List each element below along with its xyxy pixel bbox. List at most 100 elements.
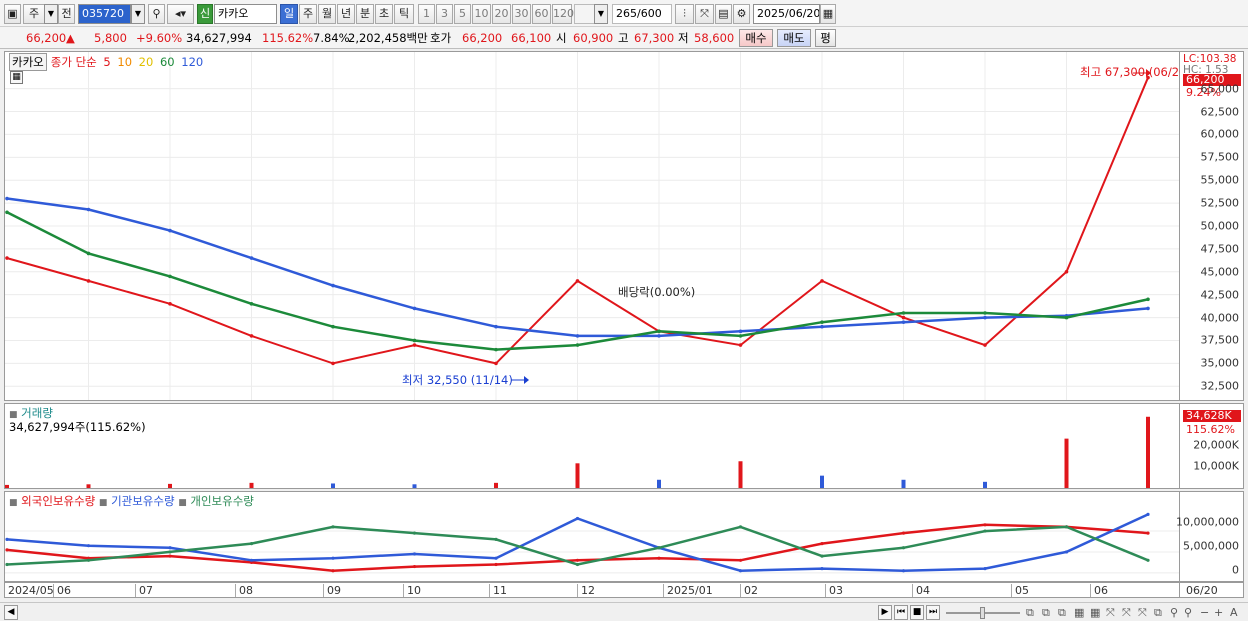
custom-tick-dropdown-icon[interactable]: ▼ — [594, 4, 608, 24]
holding-point — [412, 564, 417, 569]
volume-bar — [820, 475, 824, 488]
price-tick: 45,000 — [1200, 265, 1240, 279]
line-tool-icon[interactable]: ⤧ — [1106, 606, 1115, 620]
scroll-right-icon[interactable]: ▶ — [878, 605, 892, 620]
holding-point — [820, 567, 824, 571]
open-label: 시 — [556, 31, 567, 45]
holding-point — [575, 562, 580, 567]
search-icon[interactable]: ⚲ — [1170, 606, 1178, 619]
holding-point — [1064, 525, 1069, 529]
period-type-dropdown-icon[interactable]: ▼ — [44, 4, 58, 24]
zoom-in-icon[interactable]: + — [1214, 606, 1223, 619]
low-label: 저 — [678, 31, 689, 45]
holding-legend-icon: ■ — [9, 498, 18, 508]
zoom-out-icon[interactable]: − — [1200, 606, 1209, 619]
search-icon[interactable]: ⚲ — [1184, 606, 1192, 619]
interval-year[interactable]: 년 — [337, 4, 355, 24]
interval-month[interactable]: 월 — [318, 4, 336, 24]
price-point — [1064, 315, 1069, 320]
date-tick: 03 — [825, 584, 843, 597]
volume-bar — [249, 482, 254, 488]
holding-pane[interactable]: ■ 외국인보유수량 ■ 기관보유수량 ■ 개인보유수량 — [4, 491, 1180, 582]
tick-5[interactable]: 5 — [454, 4, 471, 24]
calendar-icon[interactable]: ▦ — [820, 4, 836, 24]
count-field[interactable]: 265/600 — [612, 4, 672, 24]
scroll-fast-back-icon[interactable]: ⏮ — [894, 605, 908, 620]
price-tick: 37,500 — [1200, 333, 1240, 347]
stop-icon[interactable]: ■ — [910, 605, 924, 620]
interval-minute[interactable]: 분 — [356, 4, 374, 24]
layout-icon[interactable]: ⧉ — [1042, 606, 1050, 620]
holding-tick: 5,000,000 — [1183, 539, 1239, 553]
price-point — [168, 228, 172, 233]
buy-button[interactable]: 매수 — [739, 29, 773, 47]
volume-bar — [983, 481, 987, 488]
period-type-select[interactable]: 주 — [23, 4, 45, 24]
scroll-fast-forward-icon[interactable]: ⏭ — [926, 605, 940, 620]
line-tool-icon[interactable]: ⤧ — [695, 4, 714, 24]
save-icon[interactable]: ▤ — [715, 4, 732, 24]
price-point — [331, 361, 335, 366]
holding-point — [983, 567, 987, 571]
holding-point — [820, 541, 824, 546]
volume-axis: 34,628K 115.62% 20,000K 10,000K — [1180, 403, 1244, 489]
layout-icon[interactable]: ⧉ — [1154, 606, 1162, 620]
date-tick: 04 — [912, 584, 930, 597]
date-tick: 12 — [577, 584, 595, 597]
volume-bar — [331, 483, 335, 488]
date-field[interactable]: 2025/06/20 — [753, 4, 820, 24]
speaker-icon[interactable]: ◂▾ — [167, 4, 194, 24]
grid-icon[interactable]: ▦ — [1074, 606, 1084, 619]
stock-name-field[interactable]: 카카오 — [214, 4, 277, 24]
code-dropdown-icon[interactable]: ▼ — [131, 4, 145, 24]
scroll-left-icon[interactable]: ◀ — [4, 605, 18, 620]
text-tool-icon[interactable]: A — [1230, 606, 1238, 619]
holding-legend: ■ 외국인보유수량 ■ 기관보유수량 ■ 개인보유수량 — [9, 493, 254, 509]
candle-icon[interactable]: ⫶ — [675, 4, 694, 24]
tick-30[interactable]: 30 — [512, 4, 531, 24]
price-pane[interactable]: 카카오 종가 단순 5 10 20 60 120 ▦ 최고 67,300 (06/… — [4, 51, 1191, 401]
calculator-icon[interactable]: ▦ — [10, 71, 23, 84]
prev-button[interactable]: 전 — [58, 4, 75, 24]
search-icon[interactable]: ⚲ — [148, 4, 165, 24]
tick-10[interactable]: 10 — [472, 4, 491, 24]
holding-point — [494, 537, 498, 542]
price-point — [5, 256, 9, 260]
price-tick: 35,000 — [1200, 356, 1240, 370]
chart-area: 카카오 종가 단순 5 10 20 60 120 ▦ 최고 67,300 (06/… — [0, 49, 1248, 602]
volume-bar — [1146, 416, 1150, 488]
code-input[interactable]: 035720 — [78, 4, 131, 24]
layout-icon[interactable]: ⧉ — [1058, 606, 1066, 620]
volume-bar — [5, 484, 9, 488]
volume-title: 거래량 — [21, 406, 53, 420]
gear-icon[interactable]: ⚙ — [733, 4, 750, 24]
grid-icon[interactable]: ▦ — [1090, 606, 1100, 619]
price-point — [820, 279, 824, 283]
sell-button[interactable]: 매도 — [777, 29, 811, 47]
line-tool-icon[interactable]: ⤧ — [1138, 606, 1147, 620]
tick-120[interactable]: 120 — [552, 4, 574, 24]
price-point — [168, 274, 172, 279]
date-end-label: 06/20 — [1186, 584, 1218, 597]
interval-tick[interactable]: 틱 — [394, 4, 414, 24]
holding-point — [738, 525, 743, 529]
tick-1[interactable]: 1 — [418, 4, 435, 24]
volume-pane[interactable]: ■ 거래량 34,627,994주(115.62%) — [4, 403, 1180, 489]
layout-icon[interactable]: ⧉ — [1026, 606, 1034, 620]
holding-point — [249, 541, 254, 546]
line-tool-icon[interactable]: ⤧ — [1122, 606, 1131, 620]
price-point — [983, 311, 987, 315]
tick-60[interactable]: 60 — [532, 4, 551, 24]
interval-day[interactable]: 일 — [280, 4, 298, 24]
eval-button[interactable]: 평 — [815, 29, 836, 47]
tick-3[interactable]: 3 — [436, 4, 453, 24]
chart-scrollbar: ◀ ▶ ⏮ ■ ⏭ ⧉ ⧉ ⧉ ▦ ▦ ⤧ ⤧ ⤧ ⧉ ⚲ ⚲ − + A — [0, 602, 1248, 621]
window-icon[interactable]: ▣ — [4, 4, 21, 24]
price-tick: 32,500 — [1200, 379, 1240, 393]
tick-20[interactable]: 20 — [492, 4, 511, 24]
holding-point — [5, 548, 9, 552]
interval-week[interactable]: 주 — [299, 4, 317, 24]
interval-second[interactable]: 초 — [375, 4, 393, 24]
zoom-slider-handle[interactable] — [980, 607, 985, 619]
volume-bar — [901, 479, 906, 488]
